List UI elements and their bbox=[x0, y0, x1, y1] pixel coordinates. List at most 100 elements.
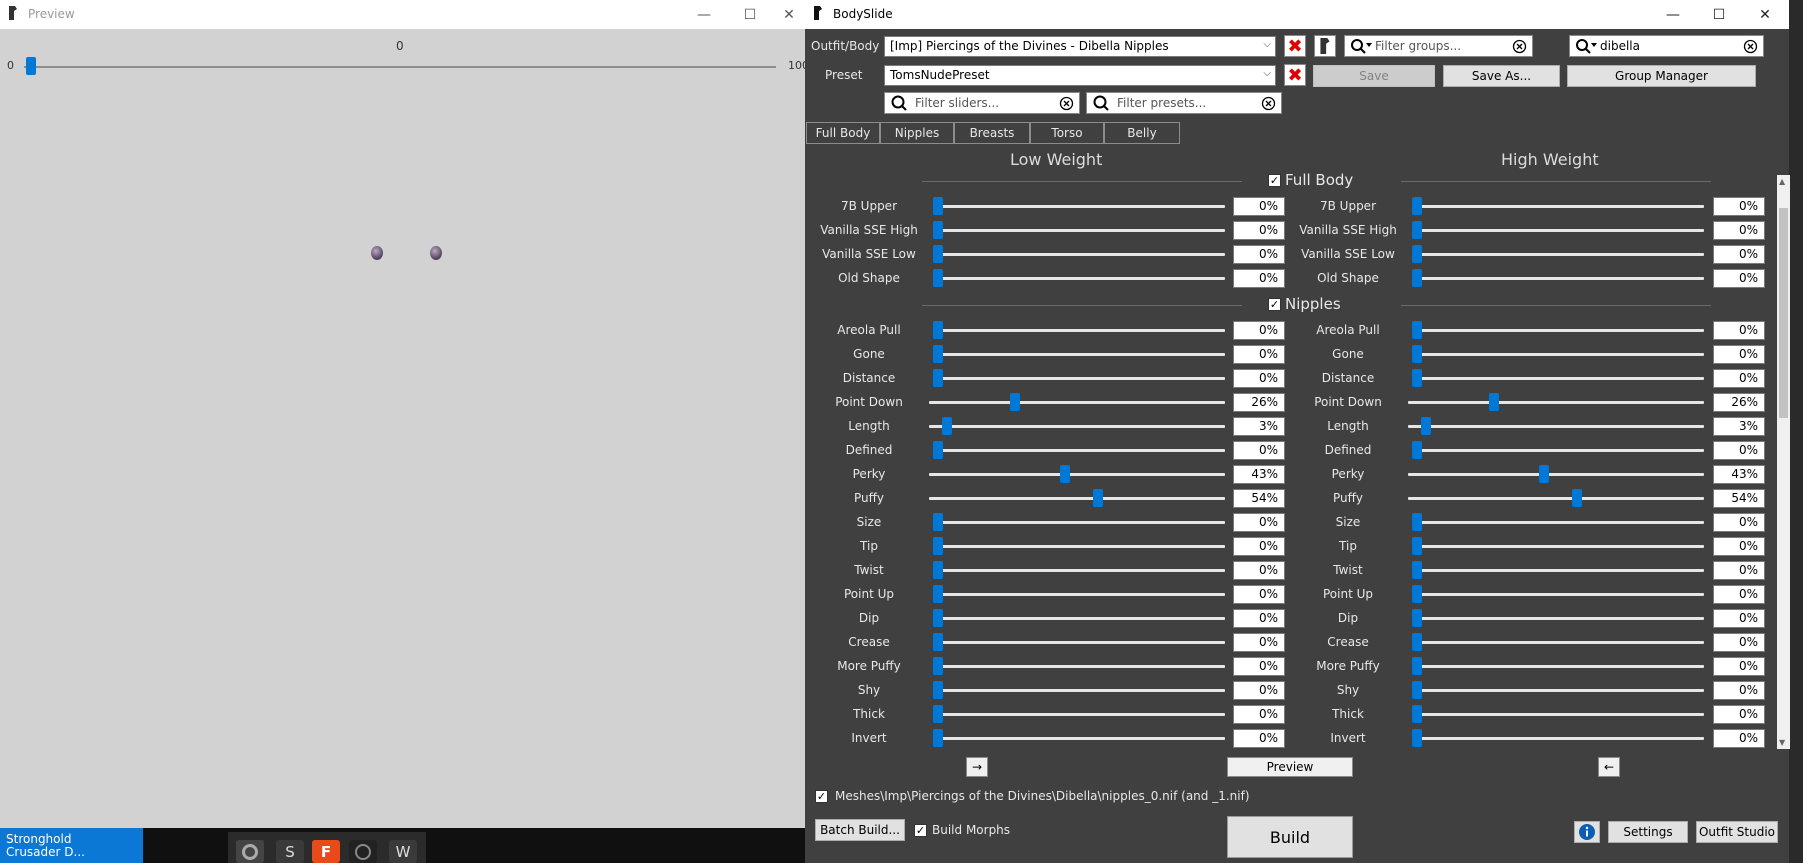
taskbar-app-w-icon[interactable]: W bbox=[389, 840, 417, 863]
tab-breasts[interactable]: Breasts bbox=[954, 122, 1030, 144]
slider-thumb-high[interactable] bbox=[1412, 269, 1422, 287]
slider-value-low[interactable]: 0% bbox=[1233, 585, 1285, 604]
slider-value-high[interactable]: 43% bbox=[1713, 465, 1765, 484]
slider-thumb-high[interactable] bbox=[1539, 465, 1549, 483]
slider-value-low[interactable]: 0% bbox=[1233, 633, 1285, 652]
clear-filter-icon[interactable] bbox=[1059, 96, 1074, 111]
slider-thumb-high[interactable] bbox=[1412, 197, 1422, 215]
frame-slider-thumb[interactable] bbox=[26, 57, 36, 75]
slider-track-low[interactable] bbox=[935, 689, 1225, 692]
slider-value-high[interactable]: 26% bbox=[1713, 393, 1765, 412]
slider-thumb-low[interactable] bbox=[1010, 393, 1020, 411]
slider-value-low[interactable]: 0% bbox=[1233, 729, 1285, 748]
clear-filter-icon[interactable] bbox=[1261, 96, 1276, 111]
preset-combo[interactable]: TomsNudePreset ⌵ bbox=[884, 65, 1276, 86]
slider-track-low[interactable] bbox=[935, 569, 1225, 572]
taskbar-app-s-icon[interactable]: S bbox=[276, 840, 304, 863]
slider-thumb-high[interactable] bbox=[1412, 681, 1422, 699]
tab-torso[interactable]: Torso bbox=[1030, 122, 1104, 144]
slider-track-high[interactable] bbox=[1408, 425, 1704, 428]
settings-button[interactable]: Settings bbox=[1608, 821, 1688, 843]
slider-value-low[interactable]: 0% bbox=[1233, 537, 1285, 556]
taskbar-app-f-icon[interactable]: F bbox=[312, 840, 340, 863]
taskbar-circle-icon[interactable] bbox=[236, 840, 264, 863]
slider-value-high[interactable]: 0% bbox=[1713, 681, 1765, 700]
build-morphs-checkbox[interactable]: ✓ bbox=[914, 824, 927, 837]
slider-value-low[interactable]: 0% bbox=[1233, 441, 1285, 460]
slider-value-high[interactable]: 0% bbox=[1713, 269, 1765, 288]
slider-thumb-low[interactable] bbox=[933, 561, 943, 579]
close-icon[interactable]: ✕ bbox=[773, 0, 805, 29]
slider-thumb-low[interactable] bbox=[933, 585, 943, 603]
scroll-up-icon[interactable]: ▲ bbox=[1779, 177, 1785, 186]
slider-value-low[interactable]: 0% bbox=[1233, 345, 1285, 364]
slider-track-high[interactable] bbox=[1408, 401, 1704, 404]
slider-track-low[interactable] bbox=[935, 617, 1225, 620]
slider-thumb-low[interactable] bbox=[933, 221, 943, 239]
maximize-icon[interactable]: ☐ bbox=[1696, 0, 1742, 29]
close-icon[interactable]: ✕ bbox=[1742, 0, 1788, 29]
save-button[interactable]: Save bbox=[1313, 65, 1435, 87]
build-button[interactable]: Build bbox=[1227, 816, 1353, 858]
slider-track-high[interactable] bbox=[1414, 617, 1704, 620]
slider-thumb-low[interactable] bbox=[933, 245, 943, 263]
slider-track-low[interactable] bbox=[935, 737, 1225, 740]
slider-thumb-low[interactable] bbox=[933, 269, 943, 287]
tab-belly[interactable]: Belly bbox=[1104, 122, 1180, 144]
slider-thumb-low[interactable] bbox=[933, 345, 943, 363]
slider-thumb-high[interactable] bbox=[1412, 345, 1422, 363]
slider-thumb-low[interactable] bbox=[933, 537, 943, 555]
slider-value-low[interactable]: 3% bbox=[1233, 417, 1285, 436]
slider-track-high[interactable] bbox=[1414, 377, 1704, 380]
slider-track-low[interactable] bbox=[935, 713, 1225, 716]
copy-to-low-button[interactable]: ← bbox=[1598, 757, 1620, 777]
slider-track-high[interactable] bbox=[1414, 253, 1704, 256]
slider-track-high[interactable] bbox=[1414, 593, 1704, 596]
slider-thumb-high[interactable] bbox=[1412, 321, 1422, 339]
slider-thumb-high[interactable] bbox=[1412, 441, 1422, 459]
filter-groups-input[interactable]: Filter groups... bbox=[1344, 35, 1533, 57]
slider-value-low[interactable]: 0% bbox=[1233, 221, 1285, 240]
slider-track-high[interactable] bbox=[1414, 689, 1704, 692]
filter-sliders-input[interactable]: Filter sliders... bbox=[884, 92, 1080, 114]
taskbar-tile[interactable]: Stronghold Crusader D... bbox=[0, 828, 143, 863]
slider-track-low[interactable] bbox=[935, 253, 1225, 256]
slider-value-high[interactable]: 0% bbox=[1713, 513, 1765, 532]
slider-track-low[interactable] bbox=[935, 665, 1225, 668]
slider-thumb-high[interactable] bbox=[1412, 705, 1422, 723]
slider-track-high[interactable] bbox=[1414, 277, 1704, 280]
slider-value-low[interactable]: 0% bbox=[1233, 269, 1285, 288]
slider-thumb-high[interactable] bbox=[1572, 489, 1582, 507]
slider-thumb-high[interactable] bbox=[1412, 729, 1422, 747]
slider-value-high[interactable]: 0% bbox=[1713, 561, 1765, 580]
slider-track-low[interactable] bbox=[935, 205, 1225, 208]
slider-track-low[interactable] bbox=[935, 277, 1225, 280]
remove-outfit-button[interactable]: ✖ bbox=[1284, 35, 1306, 57]
slider-track-low[interactable] bbox=[935, 641, 1225, 644]
info-icon[interactable] bbox=[1574, 821, 1600, 843]
slider-thumb-low[interactable] bbox=[933, 705, 943, 723]
slider-value-low[interactable]: 0% bbox=[1233, 609, 1285, 628]
slider-thumb-low[interactable] bbox=[933, 321, 943, 339]
slider-track-high[interactable] bbox=[1408, 473, 1704, 476]
clear-filter-icon[interactable] bbox=[1512, 39, 1527, 54]
slider-value-low[interactable]: 0% bbox=[1233, 705, 1285, 724]
slider-value-low[interactable]: 0% bbox=[1233, 197, 1285, 216]
slider-value-low[interactable]: 0% bbox=[1233, 245, 1285, 264]
slider-value-low[interactable]: 0% bbox=[1233, 369, 1285, 388]
slider-thumb-low[interactable] bbox=[933, 657, 943, 675]
output-path-checkbox[interactable]: ✓ bbox=[815, 790, 828, 803]
filter-presets-input[interactable]: Filter presets... bbox=[1086, 92, 1282, 114]
slider-thumb-low[interactable] bbox=[933, 197, 943, 215]
group-checkbox[interactable]: ✓ bbox=[1268, 298, 1281, 311]
slider-track-high[interactable] bbox=[1414, 641, 1704, 644]
choose-outfit-icon[interactable] bbox=[1314, 35, 1336, 57]
slider-track-low[interactable] bbox=[929, 497, 1225, 500]
slider-thumb-high[interactable] bbox=[1412, 369, 1422, 387]
remove-preset-button[interactable]: ✖ bbox=[1284, 64, 1306, 86]
minimize-icon[interactable]: — bbox=[1650, 0, 1696, 29]
taskbar-creation-kit-icon[interactable] bbox=[349, 840, 377, 863]
slider-value-high[interactable]: 0% bbox=[1713, 609, 1765, 628]
slider-track-low[interactable] bbox=[935, 377, 1225, 380]
slider-thumb-low[interactable] bbox=[933, 441, 943, 459]
